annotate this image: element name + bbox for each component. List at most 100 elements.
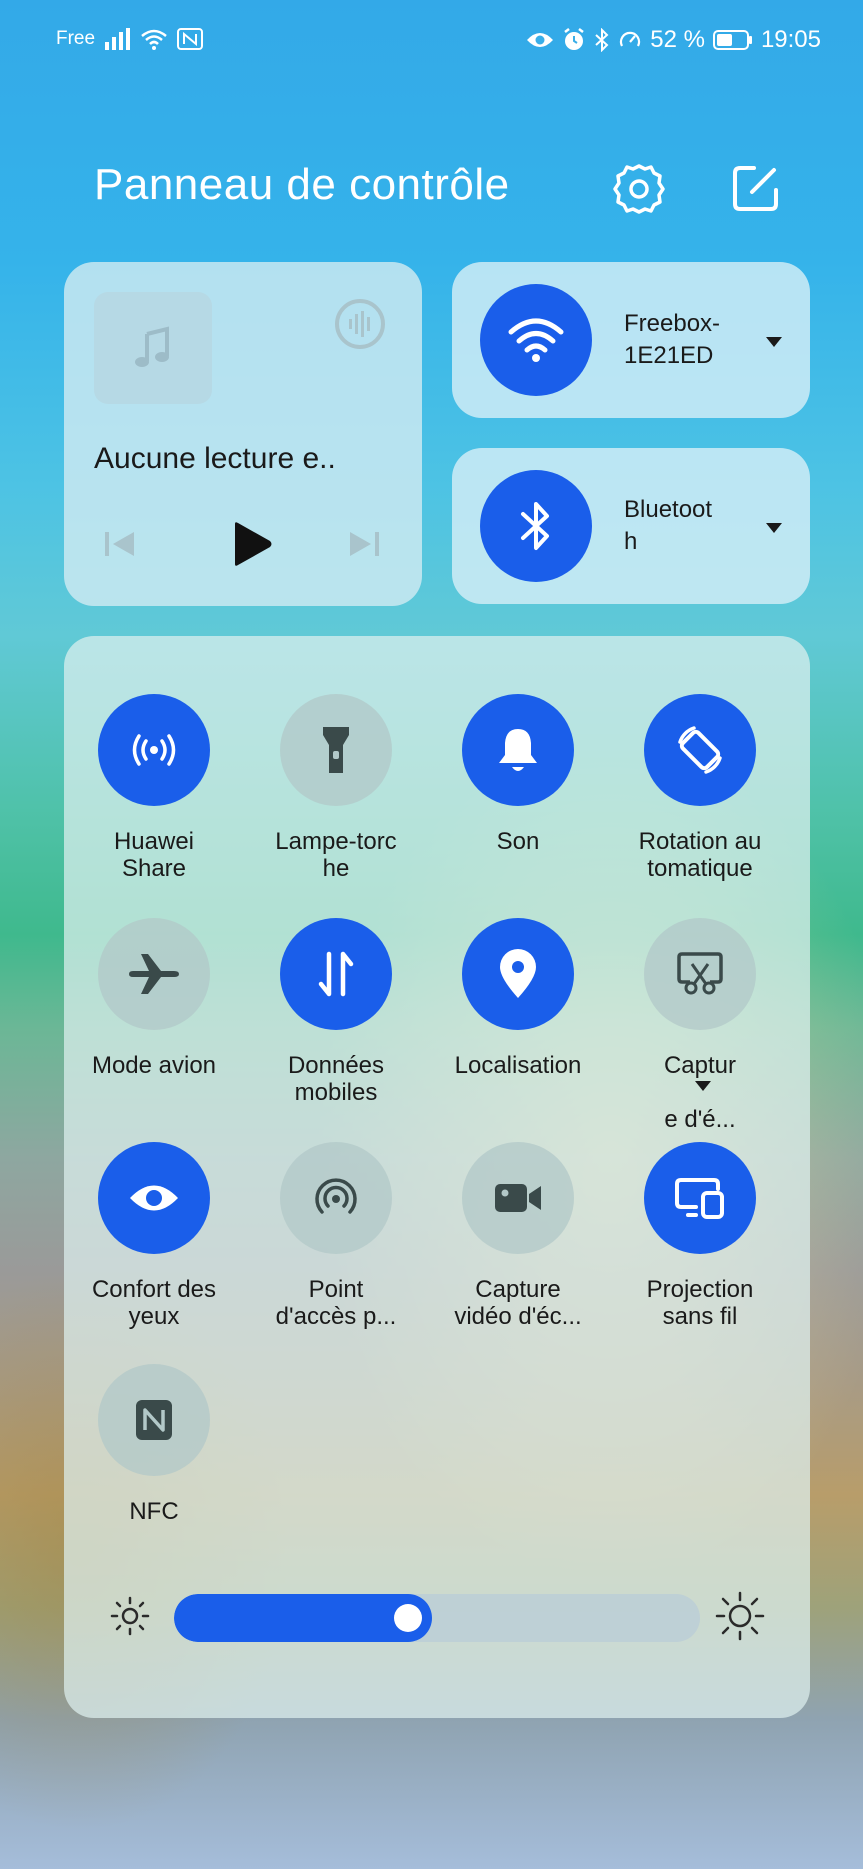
tile-label: Lampe-torc he — [246, 828, 426, 882]
album-art — [94, 292, 212, 404]
tile-label-line2: he — [322, 855, 350, 882]
location-icon — [500, 949, 536, 998]
previous-icon — [105, 532, 134, 556]
next-track-button[interactable] — [344, 524, 384, 564]
tile-eye-comfort[interactable]: Confort des yeux — [64, 1142, 244, 1330]
eye-icon — [130, 1185, 178, 1211]
tile-huawei-share[interactable]: Huawei Share — [64, 694, 244, 882]
wifi-icon — [508, 318, 564, 362]
hotspot-icon — [315, 1178, 357, 1214]
bluetooth-expand-button[interactable] — [762, 516, 786, 540]
tile-sound[interactable]: Son — [428, 694, 608, 855]
tile-label: Rotation au tomatique — [610, 828, 790, 882]
nfc-status-icon — [177, 28, 204, 50]
tile-mobile-data[interactable]: Données mobiles — [246, 918, 426, 1106]
tile-label-line1: NFC — [129, 1498, 179, 1525]
tile-hotspot[interactable]: Point d'accès p... — [246, 1142, 426, 1330]
wireless-projection-icon — [675, 1178, 724, 1219]
previous-track-button[interactable] — [100, 524, 140, 564]
airplane-mode-toggle[interactable] — [98, 918, 210, 1030]
tile-auto-rotate[interactable]: Rotation au tomatique — [610, 694, 790, 882]
flashlight-toggle[interactable] — [280, 694, 392, 806]
status-bar-right: 52 % 19:05 — [526, 26, 821, 54]
battery-percent: 52 % — [650, 26, 705, 53]
media-title: Aucune lecture e.. — [94, 442, 336, 475]
wifi-status-icon — [141, 28, 167, 50]
data-speed-status-icon — [618, 28, 642, 52]
wifi-label-line2: 1E21ED — [624, 342, 714, 369]
bluetooth-card[interactable]: Bluetoot h — [452, 448, 810, 604]
tile-label-line1: Capture — [475, 1276, 561, 1303]
tile-airplane-mode[interactable]: Mode avion — [64, 918, 244, 1079]
auto-rotate-icon — [678, 726, 722, 774]
tile-label-line2: vidéo d'éc... — [454, 1303, 582, 1330]
nfc-toggle[interactable] — [98, 1364, 210, 1476]
bluetooth-toggle[interactable] — [480, 470, 592, 582]
status-bar: Free 52 % 19:05 — [0, 0, 863, 84]
carrier-name: Free — [56, 28, 96, 49]
screen-record-toggle[interactable] — [462, 1142, 574, 1254]
eye-comfort-toggle[interactable] — [98, 1142, 210, 1254]
status-bar-left: Free — [56, 28, 204, 50]
tile-label-line1: Point — [308, 1276, 364, 1303]
tile-flashlight[interactable]: Lampe-torc he — [246, 694, 426, 882]
screenshot-toggle[interactable] — [644, 918, 756, 1030]
tile-label-line2: tomatique — [647, 855, 753, 882]
tile-label: Point d'accès p... — [246, 1276, 426, 1330]
wifi-toggle[interactable] — [480, 284, 592, 396]
edit-icon — [733, 166, 778, 211]
quick-toggles-panel: Huawei Share Lampe-torc he Son Rotation … — [64, 636, 810, 1718]
wifi-expand-button[interactable] — [762, 330, 786, 354]
huawei-share-toggle[interactable] — [98, 694, 210, 806]
tile-label-line1: Données — [287, 1052, 385, 1079]
media-card[interactable]: Aucune lecture e.. — [64, 262, 422, 606]
audio-output-button[interactable] — [332, 296, 388, 352]
tile-label-line2: e d'é... — [664, 1106, 736, 1133]
flashlight-icon — [323, 727, 349, 773]
tile-label: Localisation — [428, 1052, 608, 1079]
music-note-icon — [135, 326, 169, 367]
page-title: Panneau de contrôle — [94, 160, 510, 209]
caret-down-icon — [766, 337, 782, 347]
tile-label-line1: Localisation — [454, 1052, 582, 1079]
tile-screenshot[interactable]: Captur e d'é... — [610, 918, 790, 1133]
tile-label-line1: Projection — [646, 1276, 754, 1303]
wifi-network-name: Freebox- 1E21ED — [624, 308, 744, 372]
tile-label: NFC — [64, 1498, 244, 1525]
tile-label: Capture vidéo d'éc... — [428, 1276, 608, 1330]
hotspot-toggle[interactable] — [280, 1142, 392, 1254]
next-icon — [350, 532, 379, 556]
auto-rotate-toggle[interactable] — [644, 694, 756, 806]
bluetooth-label: Bluetoot h — [624, 494, 744, 558]
bluetooth-label-line2: h — [624, 528, 638, 555]
tile-label-line2: sans fil — [662, 1303, 738, 1330]
wifi-card[interactable]: Freebox- 1E21ED — [452, 262, 810, 418]
sound-toggle[interactable] — [462, 694, 574, 806]
tile-label-text: Captur — [663, 1052, 737, 1079]
tile-label: Confort des yeux — [64, 1276, 244, 1330]
tile-label: Projection sans fil — [610, 1276, 790, 1330]
tile-nfc[interactable]: NFC — [64, 1364, 244, 1525]
brightness-high-icon — [714, 1590, 766, 1642]
alarm-status-icon — [562, 28, 586, 52]
screenshot-icon — [677, 952, 723, 995]
tile-wireless-projection[interactable]: Projection sans fil — [610, 1142, 790, 1330]
tile-label: Son — [428, 828, 608, 855]
tile-location[interactable]: Localisation — [428, 918, 608, 1079]
edit-button[interactable] — [728, 160, 784, 216]
mobile-data-toggle[interactable] — [280, 918, 392, 1030]
play-button[interactable] — [224, 516, 280, 572]
brightness-slider[interactable] — [174, 1594, 700, 1642]
huawei-share-icon — [132, 734, 176, 766]
brightness-slider-thumb[interactable] — [394, 1604, 422, 1632]
mobile-data-icon — [318, 951, 354, 997]
airplane-icon — [129, 954, 179, 994]
caret-down-icon — [766, 523, 782, 533]
wireless-projection-toggle[interactable] — [644, 1142, 756, 1254]
tile-screen-record[interactable]: Capture vidéo d'éc... — [428, 1142, 608, 1330]
tile-label: Mode avion — [64, 1052, 244, 1079]
location-toggle[interactable] — [462, 918, 574, 1030]
settings-button[interactable] — [612, 162, 666, 216]
bell-icon — [499, 729, 537, 771]
audio-wave-icon — [335, 299, 385, 349]
